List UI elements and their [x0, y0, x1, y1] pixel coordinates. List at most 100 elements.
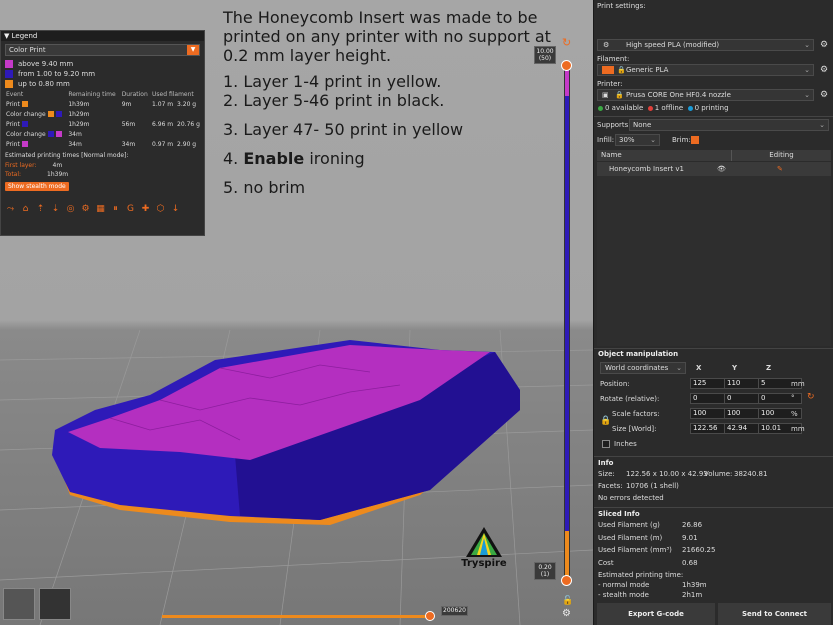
- legend-title-bar[interactable]: ▼ Legend: [1, 31, 204, 41]
- reset-rotation-icon[interactable]: ↻: [807, 392, 815, 402]
- coordinates-select[interactable]: World coordinates ⌄: [600, 362, 686, 374]
- printer-gear-icon[interactable]: ⚙: [820, 90, 828, 100]
- color-changes-icon[interactable]: ▦: [95, 203, 106, 215]
- layer-slider-segment-purple: [565, 68, 569, 96]
- chevron-down-icon: ▼: [187, 45, 199, 55]
- sliced-info-row: Used Filament (mm³) 21660.25: [598, 546, 715, 554]
- export-gcode-button[interactable]: Export G-code: [597, 603, 715, 625]
- col-used-filament: Used filament: [152, 90, 194, 98]
- length-cell: [151, 129, 176, 139]
- custom-gcodes-icon[interactable]: G: [125, 203, 136, 215]
- event-color-swatch: [47, 111, 54, 117]
- event-cell: Print: [5, 99, 67, 109]
- duration-cell: 9m: [121, 100, 132, 108]
- print-settings-gear-icon[interactable]: ⚙: [820, 40, 828, 50]
- view-type-select[interactable]: Color Print ▼: [5, 44, 200, 56]
- object-list-header: Name Editing: [597, 150, 831, 161]
- tryspire-logo-mark: [466, 527, 502, 557]
- available-dot-icon: [598, 105, 603, 111]
- tool-marker-icon[interactable]: ↓: [170, 203, 181, 215]
- rotate-unit: °: [791, 394, 795, 402]
- infill-select[interactable]: 30% ⌄: [615, 134, 660, 146]
- note-step-5: 5. no brim: [223, 178, 306, 197]
- center-of-gravity-icon[interactable]: ✚: [140, 203, 151, 215]
- rotate-z-input[interactable]: 0: [758, 393, 802, 404]
- printer-icon: ▣: [602, 91, 609, 99]
- legend-panel: ▼ Legend Color Print ▼ above 9.40 mm from…: [0, 30, 205, 236]
- weight-cell: 3.20 g: [177, 100, 197, 108]
- inches-checkbox[interactable]: [602, 440, 610, 448]
- layer-slider-top-thumb[interactable]: [561, 60, 572, 71]
- lock-icon: 🔒: [617, 66, 626, 74]
- filament-color-swatch[interactable]: [602, 66, 614, 74]
- filament-select[interactable]: 🔒 Generic PLA ⌄: [597, 64, 814, 76]
- supports-select[interactable]: None ⌄: [629, 119, 829, 131]
- note-step-4-suffix: ironing: [304, 149, 365, 168]
- tryspire-logo: Tryspire: [454, 526, 514, 569]
- edit-icon[interactable]: ✎: [777, 162, 783, 176]
- info-facets-row: Facets: 10706 (1 shell): [598, 482, 679, 490]
- weight-cell: [176, 129, 203, 139]
- deretractions-icon[interactable]: ⇣: [50, 203, 61, 215]
- range-color-swatch: [5, 80, 13, 88]
- event-color-swatch: [21, 141, 28, 147]
- vslider-bottom-value: 0.20: [538, 564, 552, 571]
- infill-label: Infill:: [597, 136, 615, 144]
- total-value: 1h39m: [47, 171, 69, 178]
- move-slider-value: 200620: [441, 606, 468, 616]
- remaining-cell: 1h39m: [68, 100, 90, 108]
- travel-icon[interactable]: ⤳: [5, 203, 16, 215]
- eye-icon[interactable]: 👁: [717, 162, 726, 176]
- sliced-info-label: Used Filament (g): [598, 521, 660, 529]
- vslider-bottom-layer: (1): [540, 571, 550, 578]
- sliced-info-title: Sliced Info: [598, 510, 640, 518]
- send-to-connect-button[interactable]: Send to Connect: [718, 603, 831, 625]
- normal-mode-row: - normal mode 1h39m: [598, 581, 707, 589]
- legend-event-row: Color change 1h29m: [5, 109, 203, 119]
- supports-value: None: [633, 121, 652, 129]
- move-slider-thumb[interactable]: [425, 611, 435, 621]
- layer-slider-bottom-thumb[interactable]: [561, 575, 572, 586]
- lock-icon[interactable]: 🔓: [562, 596, 573, 606]
- print-settings-select[interactable]: ⚙ High speed PLA (modified) ⌄: [597, 39, 814, 51]
- legend-title: Legend: [11, 32, 38, 40]
- wipe-icon[interactable]: ⌂: [20, 203, 31, 215]
- weight-cell: 20.76 g: [177, 120, 200, 128]
- layer-slider-segment-orange: [565, 531, 569, 579]
- divider: [594, 456, 833, 457]
- divider: [594, 348, 833, 349]
- sliced-info-label: Used Filament (m): [598, 533, 663, 542]
- sliced-info-row: Cost 0.68: [598, 559, 698, 567]
- printer-select[interactable]: ▣ 🔒 Prusa CORE One HF0.4 nozzle ⌄: [597, 89, 814, 101]
- 3d-view-icon[interactable]: [3, 588, 35, 620]
- object-list-item[interactable]: Honeycomb Insert v1 👁 ✎: [597, 162, 831, 176]
- brim-checkbox[interactable]: [691, 136, 699, 144]
- reset-icon[interactable]: ↻: [562, 36, 571, 49]
- tool-changes-icon[interactable]: ⚙: [80, 203, 91, 215]
- event-color-swatch: [21, 121, 28, 127]
- filament-gear-icon[interactable]: ⚙: [820, 65, 828, 75]
- seams-icon[interactable]: ◎: [65, 203, 76, 215]
- object-list-area[interactable]: [597, 176, 831, 346]
- legend-range: up to 0.80 mm: [5, 79, 204, 89]
- length-cell: 1.07 m: [152, 100, 174, 108]
- first-layer-row: First layer: 4m: [5, 162, 204, 171]
- printing-dot-icon: [687, 105, 693, 111]
- event-label: Print: [6, 100, 20, 108]
- vslider-top-layer: (50): [538, 55, 552, 62]
- retractions-icon[interactable]: ⇡: [35, 203, 46, 215]
- printer-label: Printer:: [597, 80, 623, 88]
- gear-icon[interactable]: ⚙: [562, 608, 571, 619]
- move-slider-track[interactable]: [162, 615, 432, 618]
- info-size-value: 122.56 x 10.00 x 42.93: [626, 470, 708, 478]
- show-stealth-mode-button[interactable]: Show stealth mode: [5, 182, 69, 191]
- scale-label: Scale factors:: [612, 410, 660, 418]
- shells-icon[interactable]: ⬡: [155, 203, 166, 215]
- sliced-info-value: 0.68: [682, 558, 698, 567]
- status-printing: 0 printing: [694, 104, 729, 112]
- legend-range: from 1.00 to 9.20 mm: [5, 69, 204, 79]
- note-step-4-prefix: 4.: [223, 149, 244, 168]
- preview-layers-icon[interactable]: [39, 588, 71, 620]
- pause-prints-icon[interactable]: ⏸: [110, 203, 121, 215]
- lock-icon[interactable]: 🔒: [600, 416, 611, 426]
